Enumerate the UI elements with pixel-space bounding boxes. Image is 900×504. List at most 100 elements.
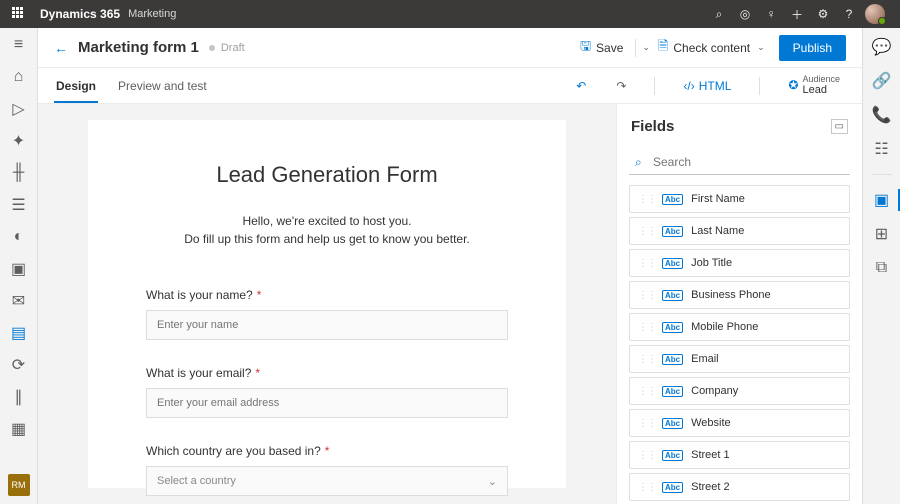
drag-handle-icon: ⋮⋮	[638, 258, 656, 269]
tabs-bar: Design Preview and test ↶ ↷ ‹/›HTML ✪ Au…	[38, 68, 862, 104]
field-item[interactable]: ⋮⋮AbcLast Name	[629, 217, 850, 245]
globe-icon[interactable]: ◐	[10, 228, 28, 246]
field-label: Job Title	[691, 257, 732, 269]
check-icon: 🗎	[658, 37, 668, 59]
field-item[interactable]: ⋮⋮AbcWebsite	[629, 409, 850, 437]
back-button[interactable]: ←	[54, 40, 68, 56]
save-button[interactable]: 🖫 Save	[572, 33, 631, 63]
field-type-icon: Abc	[662, 258, 683, 269]
field-type-icon: Abc	[662, 450, 683, 461]
form-title: Lead Generation Form	[146, 162, 508, 188]
save-chevron-icon[interactable]: ⌄	[642, 42, 650, 53]
panel-title: Fields	[631, 118, 831, 135]
analytics-icon[interactable]: ╫	[10, 164, 28, 182]
status-dot	[209, 45, 215, 51]
email-input[interactable]	[146, 388, 508, 418]
lightbulb-icon[interactable]: ♀	[758, 7, 784, 21]
audience-value: Lead	[802, 84, 840, 96]
check-label: Check content	[673, 41, 750, 55]
html-toggle[interactable]: ‹/›HTML	[677, 79, 737, 93]
field-item[interactable]: ⋮⋮AbcStreet 2	[629, 473, 850, 501]
drag-handle-icon: ⋮⋮	[638, 194, 656, 205]
library-icon[interactable]: ∥	[10, 388, 28, 406]
more-icon[interactable]: ▦	[10, 420, 28, 438]
form-icon[interactable]: ▤	[10, 324, 28, 342]
add-panel-icon[interactable]: ⊞	[873, 225, 891, 243]
field-item[interactable]: ⋮⋮ Abc First Name	[629, 185, 850, 213]
field-item[interactable]: ⋮⋮ Abc Street 1	[629, 441, 850, 469]
drag-handle-icon: ⋮⋮	[638, 226, 656, 237]
field-item[interactable]: ⋮⋮ Abc Job Title	[629, 249, 850, 277]
tab-preview[interactable]: Preview and test	[116, 68, 209, 103]
phone-icon[interactable]: 📞	[873, 106, 891, 124]
module-name: Marketing	[128, 8, 176, 20]
divider	[654, 77, 655, 95]
search-icon[interactable]: ⌕	[706, 7, 732, 22]
field-item[interactable]: ⋮⋮ Abc Email	[629, 345, 850, 373]
menu-icon[interactable]: ≡	[10, 36, 28, 54]
play-icon[interactable]: ▷	[10, 100, 28, 118]
fields-panel: Fields ▭ ⌕ ⋮⋮AbcFirst Name⋮⋮AbcLast Name…	[616, 104, 862, 504]
link-icon[interactable]: 🔗	[873, 72, 891, 90]
connect-icon[interactable]: ⧉	[873, 259, 891, 277]
field-type-icon: Abc	[662, 418, 683, 429]
checklist-icon[interactable]: ☷	[873, 140, 891, 158]
name-input[interactable]	[146, 310, 508, 340]
field-label: Company	[691, 385, 738, 397]
elements-icon[interactable]: ▣	[873, 191, 891, 209]
home-icon[interactable]: ⌂	[10, 68, 28, 86]
status-badge: Draft	[221, 42, 245, 54]
keyboard-hint-icon[interactable]: ▭	[831, 119, 848, 134]
field-label: Website	[691, 417, 731, 429]
drag-handle-icon: ⋮⋮	[638, 386, 656, 397]
filter-icon[interactable]: ☰	[10, 196, 28, 214]
field-label: Mobile Phone	[691, 321, 758, 333]
audience-selector[interactable]: ✪ Audience Lead	[782, 75, 846, 97]
field-type-icon: Abc	[662, 354, 683, 365]
user-avatar[interactable]	[862, 4, 888, 24]
form-card: Lead Generation Form Hello, we're excite…	[88, 120, 566, 488]
tab-design[interactable]: Design	[54, 68, 98, 103]
add-icon[interactable]: ＋	[784, 6, 810, 23]
drag-handle-icon: ⋮⋮	[638, 290, 656, 301]
country-select[interactable]: Select a country⌄	[146, 466, 508, 496]
mail-icon[interactable]: ✉	[10, 292, 28, 310]
fields-search-input[interactable]	[629, 149, 850, 175]
fields-list: ⋮⋮AbcFirst Name⋮⋮AbcLast Name⋮⋮AbcJob Ti…	[617, 185, 862, 504]
save-label: Save	[596, 41, 623, 55]
settings-icon[interactable]: ⚙	[810, 7, 836, 21]
page-title: Marketing form 1	[78, 39, 199, 56]
drag-handle-icon: ⋮⋮	[638, 322, 656, 333]
chevron-down-icon: ⌄	[488, 475, 497, 488]
redo-button[interactable]: ↷	[610, 79, 632, 93]
task-icon[interactable]: ◎	[732, 7, 758, 21]
field-type-icon: Abc	[662, 290, 683, 301]
field-type-icon: Abc	[662, 386, 683, 397]
refresh-icon[interactable]: ⟳	[10, 356, 28, 374]
chevron-down-icon: ⌄	[757, 42, 765, 53]
field-label: First Name	[691, 193, 745, 205]
save-icon: 🖫	[580, 37, 591, 59]
stop-icon[interactable]: ▣	[10, 260, 28, 278]
publish-button[interactable]: Publish	[779, 35, 846, 61]
left-nav-rail: ≡ ⌂ ▷ ✦ ╫ ☰ ◐ ▣ ✉ ▤ ⟳ ∥ ▦ RM	[0, 28, 38, 504]
check-content-button[interactable]: 🗎 Check content ⌄	[650, 33, 773, 63]
drag-handle-icon: ⋮⋮	[638, 450, 656, 461]
drag-handle-icon: ⋮⋮	[638, 354, 656, 365]
field-item[interactable]: ⋮⋮AbcBusiness Phone	[629, 281, 850, 309]
help-icon[interactable]: ?	[836, 7, 862, 21]
undo-button[interactable]: ↶	[570, 79, 592, 93]
journey-icon[interactable]: ✦	[10, 132, 28, 150]
field-item[interactable]: ⋮⋮ Abc Company	[629, 377, 850, 405]
user-badge[interactable]: RM	[8, 474, 30, 496]
field-type-icon: Abc	[662, 482, 683, 493]
field-type-icon: Abc	[662, 194, 683, 205]
chat-icon[interactable]: 💬	[873, 38, 891, 56]
field-type-icon: Abc	[662, 322, 683, 333]
app-name: Dynamics 365	[40, 7, 120, 21]
field-label: Street 1	[691, 449, 730, 461]
field-item[interactable]: ⋮⋮ Abc Mobile Phone	[629, 313, 850, 341]
field-label: Email	[691, 353, 719, 365]
app-launcher-icon[interactable]	[12, 7, 26, 21]
drag-handle-icon: ⋮⋮	[638, 482, 656, 493]
